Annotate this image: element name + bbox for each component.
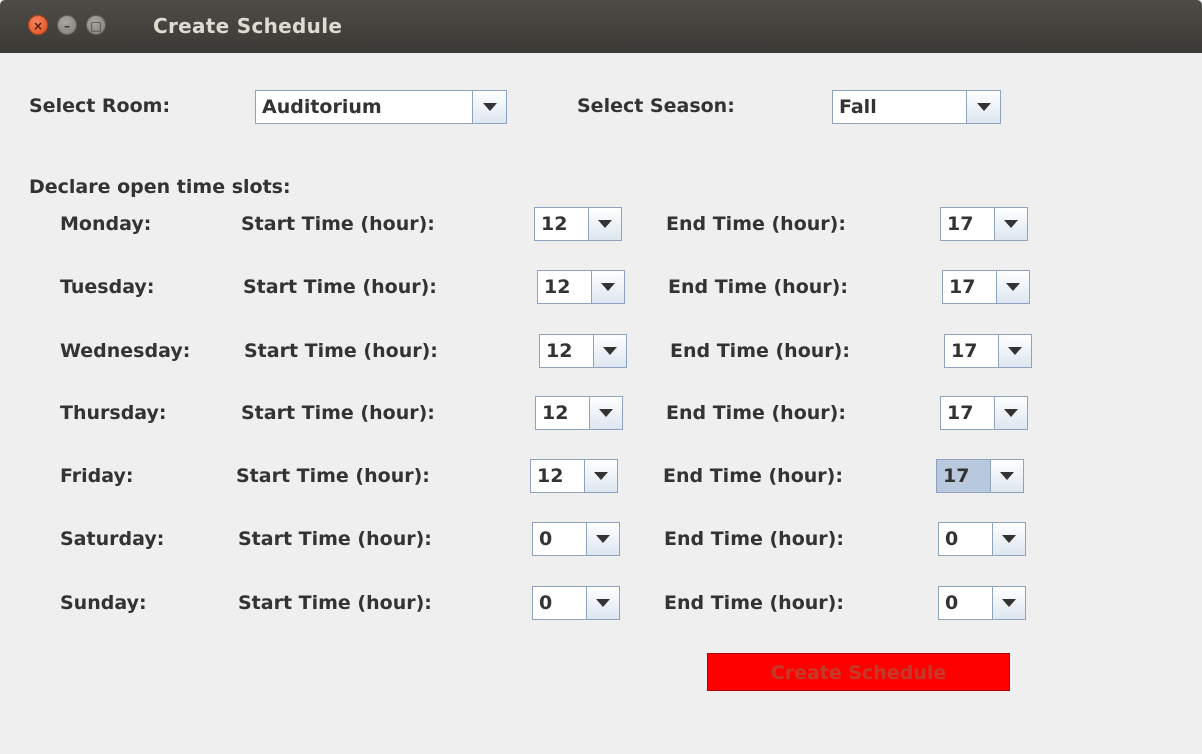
friday-start-select[interactable]: 12: [530, 459, 618, 493]
monday-start-select[interactable]: 12: [534, 207, 622, 241]
sunday-end-select[interactable]: 0: [938, 586, 1026, 620]
start-time-label: Start Time (hour):: [241, 213, 435, 235]
room-select[interactable]: Auditorium: [255, 90, 507, 124]
wednesday-end-select[interactable]: 17: [944, 334, 1032, 368]
minimize-window-button[interactable]: –: [57, 15, 77, 35]
start-time-label: Start Time (hour):: [241, 402, 435, 424]
tuesday-start-chevron-down-icon[interactable]: [591, 271, 624, 303]
tuesday-start-value: 12: [544, 276, 571, 298]
end-time-label: End Time (hour):: [664, 592, 844, 614]
title-bar: × – □ Create Schedule: [0, 0, 1202, 53]
wednesday-start-value: 12: [546, 340, 573, 362]
thursday-start-select[interactable]: 12: [535, 396, 623, 430]
day-label-tuesday: Tuesday:: [60, 276, 155, 298]
tuesday-end-select[interactable]: 17: [942, 270, 1030, 304]
end-time-label: End Time (hour):: [663, 465, 843, 487]
day-label-sunday: Sunday:: [60, 592, 147, 614]
sunday-start-value: 0: [539, 592, 553, 614]
wednesday-end-chevron-down-icon[interactable]: [998, 335, 1031, 367]
thursday-end-value: 17: [947, 402, 974, 424]
room-select-value: Auditorium: [262, 96, 382, 118]
season-select-chevron-down-icon[interactable]: [966, 91, 1000, 123]
end-time-label: End Time (hour):: [670, 340, 850, 362]
select-room-label: Select Room:: [29, 95, 171, 117]
saturday-start-value: 0: [539, 528, 553, 550]
end-time-label: End Time (hour):: [668, 276, 848, 298]
start-time-label: Start Time (hour):: [236, 465, 430, 487]
day-label-thursday: Thursday:: [60, 402, 167, 424]
tuesday-end-chevron-down-icon[interactable]: [996, 271, 1029, 303]
monday-end-chevron-down-icon[interactable]: [994, 208, 1027, 240]
monday-end-select[interactable]: 17: [940, 207, 1028, 241]
start-time-label: Start Time (hour):: [243, 276, 437, 298]
saturday-end-chevron-down-icon[interactable]: [992, 523, 1025, 555]
thursday-start-chevron-down-icon[interactable]: [589, 397, 622, 429]
day-label-saturday: Saturday:: [60, 528, 165, 550]
friday-end-select[interactable]: 17: [936, 459, 1024, 493]
tuesday-start-select[interactable]: 12: [537, 270, 625, 304]
wednesday-start-chevron-down-icon[interactable]: [593, 335, 626, 367]
wednesday-end-value: 17: [951, 340, 978, 362]
monday-start-chevron-down-icon[interactable]: [588, 208, 621, 240]
create-schedule-button[interactable]: Create Schedule: [707, 653, 1010, 691]
end-time-label: End Time (hour):: [664, 528, 844, 550]
room-select-chevron-down-icon[interactable]: [472, 91, 506, 123]
friday-start-value: 12: [537, 465, 564, 487]
monday-end-value: 17: [947, 213, 974, 235]
day-label-wednesday: Wednesday:: [60, 340, 191, 362]
season-select[interactable]: Fall: [832, 90, 1001, 124]
select-season-label: Select Season:: [577, 95, 735, 117]
monday-start-value: 12: [541, 213, 568, 235]
start-time-label: Start Time (hour):: [244, 340, 438, 362]
friday-end-chevron-down-icon[interactable]: [990, 460, 1023, 492]
thursday-start-value: 12: [542, 402, 569, 424]
thursday-end-select[interactable]: 17: [940, 396, 1028, 430]
saturday-start-select[interactable]: 0: [532, 522, 620, 556]
sunday-start-select[interactable]: 0: [532, 586, 620, 620]
sunday-end-value: 0: [945, 592, 959, 614]
friday-end-value: 17: [937, 460, 990, 492]
maximize-window-button[interactable]: □: [86, 15, 106, 35]
wednesday-start-select[interactable]: 12: [539, 334, 627, 368]
saturday-start-chevron-down-icon[interactable]: [586, 523, 619, 555]
open-time-slots-heading: Declare open time slots:: [29, 176, 291, 198]
day-label-friday: Friday:: [60, 465, 134, 487]
start-time-label: Start Time (hour):: [238, 592, 432, 614]
end-time-label: End Time (hour):: [666, 213, 846, 235]
start-time-label: Start Time (hour):: [238, 528, 432, 550]
close-window-button[interactable]: ×: [28, 15, 48, 35]
season-select-value: Fall: [839, 96, 877, 118]
saturday-end-select[interactable]: 0: [938, 522, 1026, 556]
end-time-label: End Time (hour):: [666, 402, 846, 424]
day-label-monday: Monday:: [60, 213, 152, 235]
thursday-end-chevron-down-icon[interactable]: [994, 397, 1027, 429]
saturday-end-value: 0: [945, 528, 959, 550]
friday-start-chevron-down-icon[interactable]: [584, 460, 617, 492]
window-title: Create Schedule: [153, 14, 343, 38]
tuesday-end-value: 17: [949, 276, 976, 298]
sunday-start-chevron-down-icon[interactable]: [586, 587, 619, 619]
sunday-end-chevron-down-icon[interactable]: [992, 587, 1025, 619]
